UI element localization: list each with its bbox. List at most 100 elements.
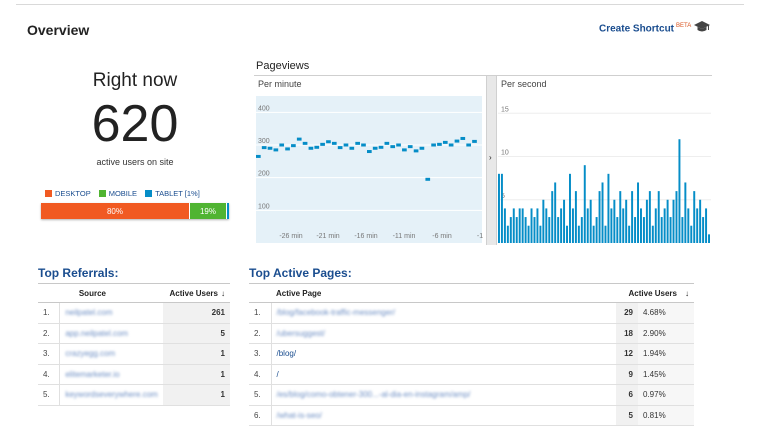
per-minute-point <box>442 140 448 144</box>
active-page-link[interactable]: /ubersuggest/ <box>271 323 616 344</box>
page-path[interactable]: /ubersuggest/ <box>277 329 325 338</box>
desktop-segment: 80% <box>41 203 189 219</box>
mobile-swatch <box>98 190 106 197</box>
per-second-bar <box>518 208 521 243</box>
per-second-bar <box>577 225 580 243</box>
table-row: 5. keywordseverywhere.com 1 <box>38 384 230 406</box>
page-path[interactable]: /es/blog/como-obtener-300...-al-dia-en-i… <box>277 390 471 399</box>
active-page-link[interactable]: /es/blog/como-obtener-300...-al-dia-en-i… <box>271 384 616 406</box>
ref-idx-header <box>38 283 60 303</box>
referral-source-link[interactable]: keywordseverywhere.com <box>59 384 163 406</box>
per-second-y-tick: 10 <box>501 150 509 157</box>
per-second-bar <box>574 191 577 243</box>
per-minute-point <box>296 137 302 141</box>
source-text[interactable]: neilpatel.com <box>65 308 112 317</box>
referral-source-link[interactable]: app.neilpatel.com <box>59 323 163 344</box>
per-second-bar <box>640 208 642 243</box>
per-minute-point <box>466 143 471 147</box>
ref-users-header[interactable]: Active Users ↓ <box>162 283 230 303</box>
per-second-bar <box>613 199 616 243</box>
referrals-table: Source Active Users ↓ 1. neilpatel.com 261 2… <box>38 283 230 406</box>
page-path[interactable]: /what-is-seo/ <box>277 411 322 420</box>
page-active-users: 12 <box>616 343 638 365</box>
per-second-bar <box>498 173 500 243</box>
page-header[interactable]: Active Page <box>271 283 616 303</box>
page-active-percent: 1.94% <box>638 343 694 365</box>
referral-source-link[interactable]: elitemarketer.io <box>59 364 163 385</box>
page-path[interactable]: /blog/ <box>277 349 297 358</box>
row-index: 2. <box>249 323 272 344</box>
chevron-right-icon[interactable]: › <box>489 153 492 162</box>
table-row: 4. / 9 1.45% <box>249 364 694 385</box>
page-path[interactable]: /blog/facebook-traffic-messenger/ <box>277 308 396 317</box>
per-second-bar <box>699 199 702 243</box>
per-second-chart: Per second 15 10 5 <box>497 76 712 245</box>
per-minute-point <box>279 143 285 147</box>
source-text[interactable]: crazyegg.com <box>65 349 115 358</box>
per-second-bar <box>687 208 690 243</box>
shortcut-label[interactable]: Create Shortcut <box>599 23 674 34</box>
per-second-bar <box>542 199 545 243</box>
active-page-link[interactable]: /blog/ <box>271 343 616 365</box>
per-second-bar <box>604 225 607 243</box>
page-active-users: 9 <box>616 364 638 385</box>
per-minute-point <box>343 143 349 147</box>
per-second-bar <box>536 208 539 243</box>
row-index: 4. <box>38 364 61 385</box>
ref-source-header[interactable]: Source <box>59 283 163 303</box>
page-title: Overview <box>27 22 90 38</box>
ref-source-header-label: Source <box>78 288 106 298</box>
referral-source-link[interactable]: crazyegg.com <box>59 343 163 365</box>
row-index: 3. <box>38 343 61 365</box>
active-page-link[interactable]: /blog/facebook-traffic-messenger/ <box>271 302 616 324</box>
legend-mobile-label: MOBILE <box>108 189 138 198</box>
per-minute-y-tick: 400 <box>258 105 270 112</box>
source-text[interactable]: keywordseverywhere.com <box>65 390 157 399</box>
per-minute-point <box>355 141 360 145</box>
right-now-label: Right now <box>92 70 178 91</box>
sort-down-icon[interactable]: ↓ <box>685 289 689 298</box>
per-second-bar <box>566 225 568 243</box>
per-minute-point <box>431 143 436 147</box>
per-second-bar <box>586 208 589 243</box>
per-second-bar <box>660 217 663 243</box>
referral-active-users: 1 <box>162 384 230 406</box>
active-page-link[interactable]: /what-is-seo/ <box>271 405 616 426</box>
page-path[interactable]: / <box>277 370 279 379</box>
referral-active-users: 1 <box>162 364 230 385</box>
page-active-users: 29 <box>616 302 638 324</box>
per-second-bar <box>545 208 548 243</box>
per-minute-point <box>407 145 413 149</box>
per-second-label: Per second <box>501 79 547 89</box>
page-idx-header <box>249 283 271 303</box>
chart-divider[interactable]: › <box>486 76 497 245</box>
ref-users-header-label: Active Users <box>169 288 218 298</box>
top-divider <box>16 4 744 5</box>
per-minute-point <box>419 146 425 150</box>
per-second-bar <box>628 225 631 243</box>
row-index: 3. <box>249 343 272 365</box>
per-second-bar <box>666 199 669 243</box>
per-minute-point <box>367 150 372 154</box>
per-minute-point <box>437 142 442 146</box>
per-second-bar <box>503 208 506 243</box>
page-users-header[interactable]: Active Users ↓ <box>616 283 694 303</box>
graduation-cap-icon[interactable] <box>694 20 710 34</box>
per-second-bar <box>696 208 699 243</box>
sort-down-icon[interactable]: ↓ <box>221 289 225 298</box>
referral-source-link[interactable]: neilpatel.com <box>59 302 163 324</box>
active-page-link[interactable]: / <box>271 364 616 385</box>
row-index: 2. <box>38 323 61 344</box>
per-second-bar <box>669 217 672 243</box>
source-text[interactable]: app.neilpatel.com <box>65 329 128 338</box>
create-shortcut-link[interactable]: Create Shortcut BETA <box>599 23 691 34</box>
legend-mobile: MOBILE <box>98 189 138 198</box>
per-second-bar <box>708 234 710 243</box>
per-second-bar <box>607 173 610 243</box>
source-text[interactable]: elitemarketer.io <box>65 370 119 379</box>
row-index: 5. <box>249 384 272 406</box>
device-breakdown-bar: 80% 19% <box>41 203 229 219</box>
per-second-bar <box>651 225 654 243</box>
per-minute-point <box>331 141 337 145</box>
per-minute-point <box>448 143 454 147</box>
